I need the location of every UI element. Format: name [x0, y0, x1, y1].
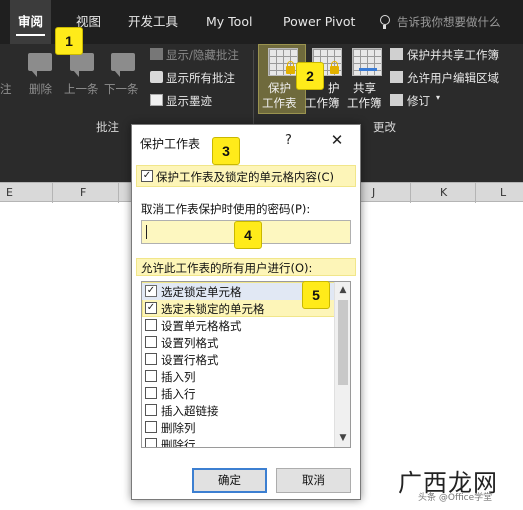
tell-me-search[interactable]: 告诉我你想要做什么	[397, 0, 501, 44]
option-label: 删除列	[161, 421, 196, 435]
option-label: 插入超链接	[161, 404, 219, 418]
protect-contents-checkbox[interactable]: ✓	[141, 170, 153, 182]
share-workbook-label-1[interactable]: 共享	[353, 81, 376, 96]
show-ink-button[interactable]: 显示墨迹	[166, 93, 212, 109]
listbox-scrollbar[interactable]: ▲ ▼	[334, 282, 350, 447]
protect-sheet-label-1[interactable]: 保护	[268, 81, 291, 96]
watermark-caption: 头条 @Office学堂	[418, 493, 493, 503]
show-all-comments-button[interactable]: 显示所有批注	[166, 70, 235, 86]
next-comment-button[interactable]: 下一条	[104, 82, 139, 97]
list-item[interactable]: 删除列	[142, 419, 336, 436]
changes-group-label: 更改	[373, 120, 396, 134]
list-item[interactable]: 插入行	[142, 385, 336, 402]
tab-power-pivot[interactable]: Power Pivot	[283, 0, 355, 44]
track-changes-dropdown-icon[interactable]: ▾	[436, 93, 440, 102]
tab-review[interactable]: 审阅	[10, 0, 52, 44]
option-checkbox[interactable]	[145, 353, 157, 365]
list-item[interactable]: 删除行	[142, 436, 336, 448]
tab-developer[interactable]: 开发工具	[128, 0, 178, 44]
option-label: 设置行格式	[161, 353, 219, 367]
column-divider	[118, 183, 119, 203]
next-comment-icon	[111, 53, 135, 77]
show-all-comments-icon	[150, 71, 163, 83]
lock-icon	[330, 61, 339, 74]
protect-workbook-label-1[interactable]: 护	[328, 81, 340, 96]
close-button[interactable]: ✕	[327, 130, 347, 150]
lock-icon	[286, 61, 295, 74]
option-label: 插入列	[161, 370, 196, 384]
column-divider	[475, 183, 476, 203]
group-separator	[253, 50, 254, 132]
scroll-down-icon[interactable]: ▼	[337, 433, 349, 443]
column-header-k[interactable]: K	[440, 186, 447, 199]
text-caret	[146, 225, 147, 239]
allow-edit-ranges-icon	[390, 71, 403, 83]
lightbulb-icon	[380, 15, 390, 29]
option-label: 插入行	[161, 387, 196, 401]
option-checkbox[interactable]: ✓	[145, 285, 157, 297]
protect-sheet-dialog: 保护工作表 ? ✕ ✓ 保护工作表及锁定的单元格内容(C) 取消工作表保护时使用…	[131, 124, 361, 500]
option-label: 选定未锁定的单元格	[161, 302, 265, 316]
scroll-thumb[interactable]	[338, 300, 348, 385]
share-workbook-icon	[352, 48, 382, 76]
dialog-title: 保护工作表	[140, 137, 201, 151]
option-checkbox[interactable]	[145, 404, 157, 416]
track-changes-icon	[390, 94, 403, 106]
step-badge-5: 5	[302, 281, 330, 309]
list-item[interactable]: 设置单元格格式	[142, 317, 336, 334]
screenshot-root: 审阅 视图 开发工具 My Tool Power Pivot 告诉我你想要做什么…	[0, 0, 523, 510]
option-checkbox[interactable]	[145, 387, 157, 399]
step-badge-2: 2	[296, 62, 324, 90]
protect-sheet-button[interactable]: 工作表	[262, 96, 297, 111]
share-workbook-button[interactable]: 工作簿	[347, 96, 382, 111]
protect-workbook-button[interactable]: 工作簿	[305, 96, 340, 111]
partial-comment-label: 注	[0, 82, 12, 96]
option-checkbox[interactable]: ✓	[145, 302, 157, 314]
password-label: 取消工作表保护时使用的密码(P):	[141, 202, 311, 216]
show-hide-comment-button[interactable]: 显示/隐藏批注	[166, 47, 239, 63]
tab-my-tool[interactable]: My Tool	[206, 0, 252, 44]
option-checkbox[interactable]	[145, 370, 157, 382]
option-label: 设置单元格格式	[161, 319, 242, 333]
column-header-e[interactable]: E	[6, 186, 13, 199]
protect-contents-label: 保护工作表及锁定的单元格内容(C)	[156, 170, 335, 184]
help-button[interactable]: ?	[285, 133, 292, 148]
show-hide-comment-icon	[150, 48, 163, 60]
delete-comment-button[interactable]: 删除	[29, 82, 52, 97]
column-divider	[52, 183, 53, 203]
comments-group-label: 批注	[96, 120, 119, 134]
option-checkbox[interactable]	[145, 336, 157, 348]
option-checkbox[interactable]	[145, 319, 157, 331]
column-header-j[interactable]: J	[372, 186, 375, 199]
previous-comment-button[interactable]: 上一条	[64, 82, 99, 97]
protect-and-share-button[interactable]: 保护并共享工作簿	[407, 47, 499, 63]
step-badge-3: 3	[212, 137, 240, 165]
delete-comment-icon	[28, 53, 52, 77]
previous-comment-icon	[70, 53, 94, 77]
cancel-button[interactable]: 取消	[276, 468, 351, 493]
list-item[interactable]: 插入列	[142, 368, 336, 385]
list-item[interactable]: 插入超链接	[142, 402, 336, 419]
column-divider	[410, 183, 411, 203]
option-label: 删除行	[161, 438, 196, 448]
step-badge-4: 4	[234, 221, 262, 249]
show-ink-icon	[150, 94, 163, 106]
option-label: 选定锁定单元格	[161, 285, 242, 299]
column-header-f[interactable]: F	[80, 186, 86, 199]
share-arrow-icon	[359, 68, 377, 71]
track-changes-button[interactable]: 修订	[407, 93, 430, 109]
list-item[interactable]: 设置列格式	[142, 334, 336, 351]
option-label: 设置列格式	[161, 336, 219, 350]
option-checkbox[interactable]	[145, 438, 157, 447]
allow-users-label: 允许此工作表的所有用户进行(O):	[141, 261, 313, 275]
step-badge-1: 1	[55, 27, 83, 55]
allow-edit-ranges-button[interactable]: 允许用户编辑区域	[407, 70, 499, 86]
list-item[interactable]: 设置行格式	[142, 351, 336, 368]
option-checkbox[interactable]	[145, 421, 157, 433]
scroll-up-icon[interactable]: ▲	[337, 285, 349, 295]
protect-share-icon	[390, 48, 403, 60]
ok-button[interactable]: 确定	[192, 468, 267, 493]
column-header-l[interactable]: L	[500, 186, 506, 199]
